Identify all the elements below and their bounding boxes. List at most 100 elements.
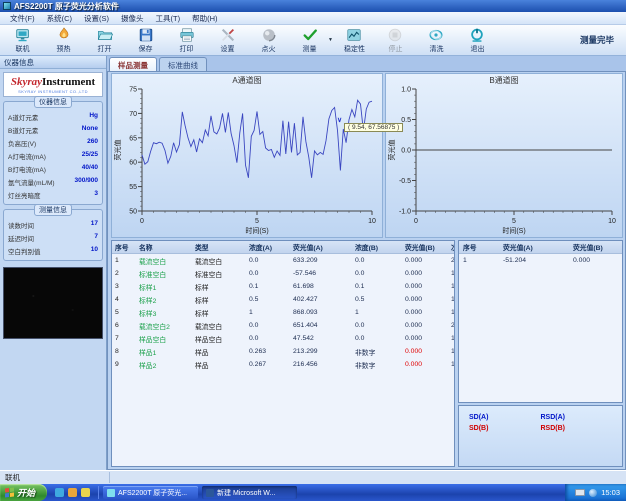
menu-item-2[interactable]: 系统(C) <box>41 13 78 24</box>
column-header[interactable]: 次数 <box>448 242 454 252</box>
table-cell: 1 <box>448 270 454 277</box>
toolbar-button-保存[interactable]: 保存 <box>125 26 166 55</box>
group-title: 测量信息 <box>34 204 72 216</box>
tab-样品测量[interactable]: 样品测量 <box>109 57 157 71</box>
table-cell: 0.0 <box>246 335 290 342</box>
table-cell: -51.204 <box>499 257 569 264</box>
sample-measurement-panel: A通道图5055606570750510时间(S)荧光值 B通道图-1.0-0.… <box>107 71 626 470</box>
toolbar-button-点火[interactable]: 点火 <box>248 26 289 55</box>
table-row[interactable]: 4标样2标样0.5402.4270.50.0001 <box>112 293 454 306</box>
table-cell: 0.000 <box>402 296 448 303</box>
table-cell: 0.0 <box>246 257 290 264</box>
toolbar-button-联机[interactable]: 联机 <box>2 26 43 55</box>
column-header[interactable]: 荧光值(B) <box>402 242 448 252</box>
info-row: 空白判别值10 <box>7 244 99 257</box>
toolbar-button-打印[interactable]: 打印 <box>166 26 207 55</box>
tab-标准曲线[interactable]: 标准曲线 <box>159 57 207 71</box>
table-row[interactable]: 8样品1样品0.263213.299非数字0.0001 <box>112 345 454 358</box>
svg-text:荧光值: 荧光值 <box>387 140 396 161</box>
start-button[interactable]: 开始 <box>0 484 47 501</box>
info-group-1: 仪器信息A道灯元素HgB道灯元素None负高压(V)260A灯电流(mA)25/… <box>3 101 103 205</box>
toolbar-button-预热[interactable]: 预热 <box>43 26 84 55</box>
table-cell: 402.427 <box>290 296 352 303</box>
info-row: B道灯元素None <box>7 123 99 136</box>
column-header[interactable]: 荧光值(B) <box>569 242 622 252</box>
info-value: 260 <box>87 138 98 148</box>
toolbar-button-label: 点火 <box>262 44 276 54</box>
task-button-2[interactable]: 新建 Microsoft W... <box>202 486 297 499</box>
measure-dropdown-arrow[interactable]: ▼ <box>328 37 333 43</box>
channel-a-chart[interactable]: A通道图5055606570750510时间(S)荧光值 <box>111 73 383 238</box>
instrument-sidebar: 仪器信息 SkyrayInstrument SKYRAY INSTRUMENT … <box>0 56 107 470</box>
toolbar-button-稳定性[interactable]: 稳定性 <box>334 26 375 55</box>
table-row[interactable]: 6载流空白2载流空白0.0651.4040.00.0002 <box>112 319 454 332</box>
menu-item-6[interactable]: 帮助(H) <box>186 13 223 24</box>
toolbar-button-设置[interactable]: 设置 <box>207 26 248 55</box>
keyboard-icon[interactable] <box>575 489 585 496</box>
system-tray: 15:03 <box>565 484 626 501</box>
stat-label-SD(A): SD(A) <box>469 414 541 421</box>
browser-icon[interactable] <box>68 488 77 497</box>
table-cell: 1 <box>448 296 454 303</box>
stat-label-RSD(B): RSD(B) <box>541 425 613 432</box>
column-header[interactable]: 序号 <box>112 242 136 252</box>
toolbar-button-清洗[interactable]: 清洗 <box>416 26 457 55</box>
info-row: 灯丝亮暗度3 <box>7 188 99 201</box>
menu-item-1[interactable]: 文件(F) <box>4 13 41 24</box>
ignite-icon <box>261 27 277 43</box>
info-row: 氩气流量(mL/M) 300/900 <box>7 175 99 188</box>
table-row[interactable]: 3标样1标样0.161.6980.10.0001 <box>112 280 454 293</box>
info-label: 氩气流量(mL/M) <box>8 177 55 187</box>
volume-icon[interactable] <box>589 489 597 497</box>
table-row[interactable]: 1载流空白载流空白0.0633.2090.00.0002 <box>112 254 454 267</box>
toolbar-button-退出[interactable]: 退出 <box>457 26 498 55</box>
svg-text:荧光值: 荧光值 <box>113 140 122 161</box>
table-cell: 样品空白 <box>192 334 246 344</box>
column-header[interactable]: 名称 <box>136 242 192 252</box>
show-desktop-icon[interactable] <box>55 488 64 497</box>
menu-item-3[interactable]: 设置(S) <box>78 13 115 24</box>
column-header[interactable]: 荧光值(A) <box>290 242 352 252</box>
toolbar-button-打开[interactable]: 打开 <box>84 26 125 55</box>
title-bar: AFS2200T 原子荧光分析软件 <box>0 0 626 12</box>
table-cell: 216.456 <box>290 361 352 368</box>
table-cell: 651.404 <box>290 322 352 329</box>
svg-text:1.0: 1.0 <box>401 87 411 94</box>
brand-name-black: Instrument <box>42 76 95 88</box>
svg-text:10: 10 <box>608 218 616 225</box>
info-value: None <box>82 125 98 135</box>
info-label: 空白判别值 <box>8 246 41 256</box>
brand-logo: SkyrayInstrument SKYRAY INSTRUMENT CO.,L… <box>3 72 103 97</box>
svg-text:5: 5 <box>512 218 516 225</box>
table-row[interactable]: 5标样3标样1868.09310.0001 <box>112 306 454 319</box>
info-row: A灯电流(mA)25/25 <box>7 149 99 162</box>
table-cell: 0.1 <box>246 283 290 290</box>
toolbar-button-停止: 停止 <box>375 26 416 55</box>
info-row: 读数时间17 <box>7 218 99 231</box>
table-row[interactable]: 7样品空白样品空白0.047.5420.00.0001 <box>112 332 454 345</box>
table-row[interactable]: 9样品2样品0.267216.456非数字0.0001 <box>112 358 454 371</box>
info-value: 300/900 <box>75 177 99 187</box>
column-header[interactable]: 荧光值(A) <box>499 242 569 252</box>
table-cell: 0.0 <box>246 270 290 277</box>
menu-item-4[interactable]: 摄像头 <box>115 13 150 24</box>
column-header[interactable]: 浓度(A) <box>246 242 290 252</box>
column-header[interactable]: 类型 <box>192 242 246 252</box>
windows-logo-icon <box>5 488 14 498</box>
table-cell: 1 <box>246 309 290 316</box>
task-button-1[interactable]: AFS2200T 原子荧光... <box>103 486 198 499</box>
folder-icon[interactable] <box>81 488 90 497</box>
svg-text:70: 70 <box>129 111 137 118</box>
info-label: A灯电流(mA) <box>8 151 46 161</box>
table-cell: 0.0 <box>352 335 402 342</box>
toolbar-button-label: 打印 <box>180 44 194 54</box>
table-row[interactable]: 1-51.2040.000 <box>459 254 622 267</box>
camera-preview <box>3 267 103 339</box>
info-label: 灯丝亮暗度 <box>8 190 41 200</box>
channel-b-chart[interactable]: B通道图-1.0-0.50.00.51.00510时间(S)荧光值 <box>385 73 623 238</box>
column-header[interactable]: 浓度(B) <box>352 242 402 252</box>
table-row[interactable]: 2标准空白标准空白0.0-57.5460.00.0001 <box>112 267 454 280</box>
menu-item-5[interactable]: 工具(T) <box>150 13 187 24</box>
column-header[interactable]: 序号 <box>459 242 499 252</box>
toolbar-button-测量[interactable]: 测量 <box>289 26 330 55</box>
